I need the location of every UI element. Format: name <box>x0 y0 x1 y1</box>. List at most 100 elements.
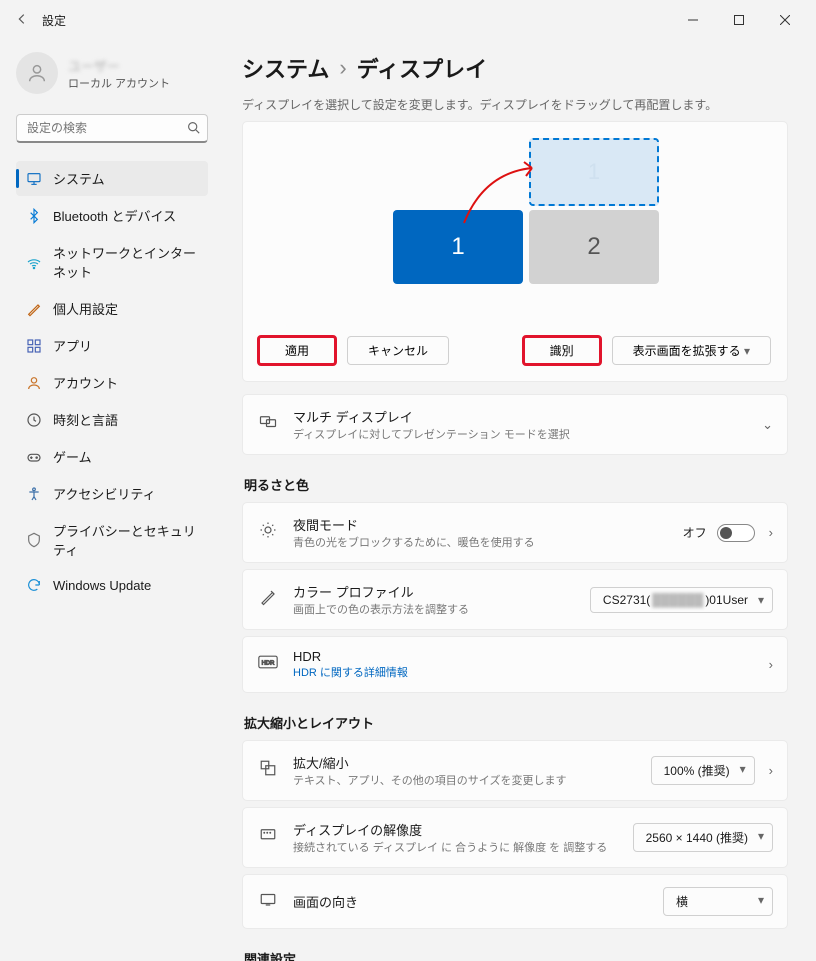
color-profile-title: カラー プロファイル <box>293 582 576 601</box>
sidebar-item-label: 時刻と言語 <box>53 410 118 429</box>
sidebar-item-label: ゲーム <box>53 447 92 466</box>
section-scale: 拡大縮小とレイアウト <box>244 713 788 732</box>
chevron-down-icon[interactable]: ⌄ <box>762 417 773 433</box>
hdr-row[interactable]: HDR HDR HDR に関する詳細情報 › <box>242 636 788 693</box>
system-icon <box>26 171 42 187</box>
user-sub: ローカル アカウント <box>68 75 170 91</box>
page-subtext: ディスプレイを選択して設定を変更します。ディスプレイをドラッグして再配置します。 <box>242 96 788 113</box>
back-button[interactable] <box>12 12 32 29</box>
display-arrange-card: 1 1 2 適用 キャンセル 識別 表示画面を拡張する <box>242 121 788 382</box>
user-block[interactable]: ユーザー ローカル アカウント <box>16 52 208 94</box>
orientation-select[interactable]: 横 <box>663 887 773 916</box>
personalize-icon <box>26 301 42 317</box>
apps-icon <box>26 338 42 354</box>
cancel-button[interactable]: キャンセル <box>347 336 449 365</box>
multi-display-title: マルチ ディスプレイ <box>293 407 748 426</box>
apply-highlight: 適用 <box>259 337 335 364</box>
account-icon <box>26 375 42 391</box>
multi-display-row[interactable]: マルチ ディスプレイ ディスプレイに対してプレゼンテーション モードを選択 ⌄ <box>242 394 788 455</box>
scale-title: 拡大/縮小 <box>293 753 637 772</box>
breadcrumb-root[interactable]: システム <box>242 52 329 84</box>
extend-dropdown[interactable]: 表示画面を拡張する <box>612 336 771 365</box>
sidebar-item-apps[interactable]: アプリ <box>16 328 208 363</box>
sidebar-item-account[interactable]: アカウント <box>16 365 208 400</box>
bluetooth-icon <box>26 208 42 224</box>
close-button[interactable] <box>762 4 808 36</box>
privacy-icon <box>26 532 42 548</box>
section-brightness: 明るさと色 <box>244 475 788 494</box>
time-icon <box>26 412 42 428</box>
night-mode-sub: 青色の光をブロックするために、暖色を使用する <box>293 534 669 550</box>
search-icon <box>187 121 200 137</box>
resolution-icon <box>257 826 279 849</box>
section-related: 関連設定 <box>244 949 788 961</box>
night-mode-row[interactable]: 夜間モード 青色の光をブロックするために、暖色を使用する オフ › <box>242 502 788 563</box>
sidebar-item-system[interactable]: システム <box>16 161 208 196</box>
window-title: 設定 <box>42 12 66 29</box>
minimize-button[interactable] <box>670 4 716 36</box>
scale-sub: テキスト、アプリ、その他の項目のサイズを変更します <box>293 772 637 788</box>
identify-highlight: 識別 <box>524 337 600 364</box>
color-profile-sub: 画面上での色の表示方法を調整する <box>293 601 576 617</box>
svg-text:HDR: HDR <box>262 661 275 667</box>
display-2[interactable]: 2 <box>529 210 659 284</box>
night-mode-state: オフ <box>683 524 707 541</box>
color-profile-select[interactable]: CS2731(██████)01User <box>590 587 773 613</box>
chevron-right-icon[interactable]: › <box>769 525 773 540</box>
hdr-link[interactable]: HDR に関する詳細情報 <box>293 664 755 680</box>
sidebar-item-label: プライバシーとセキュリティ <box>53 521 198 559</box>
maximize-button[interactable] <box>716 4 762 36</box>
display-1[interactable]: 1 <box>393 210 523 284</box>
sidebar-item-personalize[interactable]: 個人用設定 <box>16 291 208 326</box>
sidebar-item-label: ネットワークとインターネット <box>53 243 198 281</box>
night-mode-toggle[interactable] <box>717 524 755 542</box>
network-icon <box>26 254 42 270</box>
multi-display-icon <box>257 413 279 436</box>
sidebar-item-label: アクセシビリティ <box>53 484 156 503</box>
display-arrange-area[interactable]: 1 1 2 <box>259 138 771 318</box>
titlebar: 設定 <box>0 0 816 40</box>
night-mode-title: 夜間モード <box>293 515 669 534</box>
chevron-right-icon[interactable]: › <box>769 763 773 778</box>
night-mode-icon <box>257 521 279 544</box>
update-icon <box>26 577 42 593</box>
identify-button[interactable]: 識別 <box>524 337 600 364</box>
apply-button[interactable]: 適用 <box>259 337 335 364</box>
accessibility-icon <box>26 486 42 502</box>
chevron-right-icon[interactable]: › <box>769 657 773 672</box>
sidebar-item-time[interactable]: 時刻と言語 <box>16 402 208 437</box>
avatar <box>16 52 58 94</box>
multi-display-sub: ディスプレイに対してプレゼンテーション モードを選択 <box>293 426 748 442</box>
sidebar-item-accessibility[interactable]: アクセシビリティ <box>16 476 208 511</box>
chevron-right-icon: › <box>339 55 346 81</box>
sidebar-item-gaming[interactable]: ゲーム <box>16 439 208 474</box>
content: システム › ディスプレイ ディスプレイを選択して設定を変更します。ディスプレイ… <box>222 40 816 961</box>
resolution-sub: 接続されている ディスプレイ に 合うように 解像度 を 調整する <box>293 839 619 855</box>
sidebar-item-label: 個人用設定 <box>53 299 118 318</box>
sidebar: ユーザー ローカル アカウント システム Bluetooth とデバイスネットワー… <box>0 40 222 961</box>
sidebar-item-privacy[interactable]: プライバシーとセキュリティ <box>16 513 208 567</box>
orientation-icon <box>257 890 279 913</box>
breadcrumb: システム › ディスプレイ <box>242 52 788 84</box>
user-name: ユーザー <box>68 56 170 75</box>
sidebar-item-label: アプリ <box>53 336 92 355</box>
sidebar-item-label: アカウント <box>53 373 118 392</box>
sidebar-item-label: Bluetooth とデバイス <box>53 206 176 225</box>
resolution-title: ディスプレイの解像度 <box>293 820 619 839</box>
orientation-row[interactable]: 画面の向き 横 <box>242 874 788 929</box>
sidebar-item-update[interactable]: Windows Update <box>16 569 208 601</box>
hdr-icon: HDR <box>257 655 279 674</box>
scale-icon <box>257 759 279 782</box>
hdr-title: HDR <box>293 649 755 664</box>
sidebar-item-bluetooth[interactable]: Bluetooth とデバイス <box>16 198 208 233</box>
scale-row[interactable]: 拡大/縮小 テキスト、アプリ、その他の項目のサイズを変更します 100% (推奨… <box>242 740 788 801</box>
resolution-select[interactable]: 2560 × 1440 (推奨) <box>633 823 773 852</box>
search-input[interactable] <box>16 114 208 143</box>
orientation-title: 画面の向き <box>293 892 649 911</box>
sidebar-item-network[interactable]: ネットワークとインターネット <box>16 235 208 289</box>
resolution-row[interactable]: ディスプレイの解像度 接続されている ディスプレイ に 合うように 解像度 を … <box>242 807 788 868</box>
color-profile-row[interactable]: カラー プロファイル 画面上での色の表示方法を調整する CS2731(█████… <box>242 569 788 630</box>
nav: システム Bluetooth とデバイスネットワークとインターネット個人用設定アプ… <box>16 161 208 601</box>
scale-select[interactable]: 100% (推奨) <box>651 756 755 785</box>
display-ghost-1: 1 <box>529 138 659 206</box>
